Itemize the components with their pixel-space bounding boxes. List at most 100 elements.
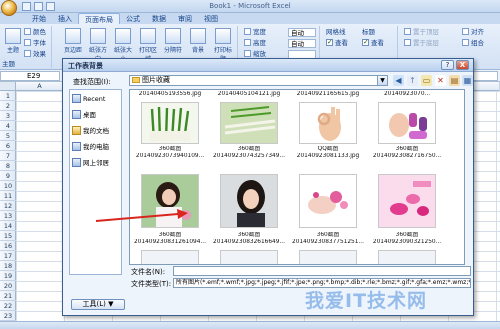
tab-view[interactable]: 视图 — [198, 13, 224, 24]
breaks-button[interactable]: 分隔符 — [162, 28, 184, 54]
tab-insert[interactable]: 插入 — [52, 13, 78, 24]
file-caption[interactable]: 20140921165615.jpg — [290, 91, 366, 98]
row-header[interactable]: 23 — [0, 311, 16, 321]
row-header[interactable]: 22 — [0, 301, 16, 311]
send-to-back-button[interactable]: 置于底层 — [404, 39, 439, 48]
gridlines-view-checkbox[interactable]: 查看 — [326, 38, 348, 48]
place-desktop[interactable]: 桌面 — [72, 108, 96, 122]
group-label: 组合 — [471, 39, 484, 47]
height-select[interactable]: 自动 — [288, 39, 316, 48]
up-folder-icon[interactable]: ↑ — [407, 75, 418, 86]
file-thumbnail[interactable] — [141, 102, 199, 144]
place-my-documents[interactable]: 我的文档 — [72, 124, 109, 138]
file-caption[interactable]: 20140923073940109... — [132, 153, 208, 160]
file-caption[interactable]: 201409230837751251... — [290, 239, 366, 246]
file-name-label[interactable]: 360截图 — [132, 146, 208, 153]
file-name-label[interactable]: 360截图 — [369, 146, 445, 153]
file-thumbnail[interactable] — [299, 250, 357, 264]
group-button[interactable]: 组合 — [462, 39, 484, 48]
file-name-label[interactable]: 360截图 — [290, 232, 366, 239]
file-thumbnail[interactable] — [220, 102, 278, 144]
name-box[interactable]: E29 — [0, 71, 60, 81]
close-button[interactable]: X — [456, 60, 469, 70]
office-button[interactable] — [1, 0, 17, 16]
row-header[interactable]: 19 — [0, 271, 16, 281]
row-header[interactable]: 13 — [0, 211, 16, 221]
row-header[interactable]: 2 — [0, 101, 16, 111]
margins-button[interactable]: 页边距 — [62, 28, 84, 54]
file-name-label[interactable]: QQ截图 — [290, 146, 366, 153]
select-all-corner[interactable] — [0, 82, 16, 91]
file-thumbnail[interactable] — [299, 102, 357, 144]
file-caption[interactable]: 20140923082716750... — [369, 153, 445, 160]
tab-page-layout[interactable]: 页面布局 — [78, 13, 120, 24]
width-select[interactable]: 自动 — [288, 28, 316, 37]
row-header[interactable]: 14 — [0, 221, 16, 231]
file-name-field-label: 文件名(N): — [131, 268, 166, 276]
file-thumbnail[interactable] — [141, 174, 199, 228]
delete-icon[interactable]: ✕ — [435, 75, 446, 86]
bring-to-front-button[interactable]: 置于顶层 — [404, 28, 439, 37]
place-my-computer[interactable]: 我的电脑 — [72, 140, 109, 154]
file-thumbnail[interactable] — [378, 102, 436, 144]
row-header[interactable]: 20 — [0, 281, 16, 291]
row-header[interactable]: 9 — [0, 171, 16, 181]
row-header[interactable]: 18 — [0, 261, 16, 271]
tools-button[interactable]: 工具(L) ▼ — [71, 299, 125, 310]
file-caption[interactable]: 20140923070... — [369, 91, 445, 98]
file-thumbnail[interactable] — [220, 250, 278, 264]
background-button[interactable]: 背景 — [187, 28, 209, 54]
file-caption[interactable]: 20140405104121.jpg — [211, 91, 287, 98]
align-button[interactable]: 对齐 — [462, 28, 484, 37]
row-header[interactable]: 3 — [0, 111, 16, 121]
row-header[interactable]: 21 — [0, 291, 16, 301]
file-thumbnail[interactable] — [141, 250, 199, 264]
file-name-label[interactable]: 360截图 — [132, 232, 208, 239]
back-icon[interactable]: ◀ — [393, 75, 404, 86]
file-name-input[interactable] — [173, 266, 471, 276]
row-header[interactable]: 5 — [0, 131, 16, 141]
file-thumbnail[interactable] — [378, 174, 436, 228]
place-recent[interactable]: Recent — [72, 92, 105, 106]
themes-button[interactable]: 主题 — [2, 28, 24, 54]
file-caption[interactable]: 20140923081133.jpg — [290, 153, 366, 160]
file-caption[interactable]: 201409230831261094... — [132, 239, 208, 246]
row-header[interactable]: 12 — [0, 201, 16, 211]
row-header[interactable]: 10 — [0, 181, 16, 191]
row-header[interactable]: 11 — [0, 191, 16, 201]
views-icon[interactable]: ▦ — [462, 75, 473, 86]
row-header[interactable]: 15 — [0, 231, 16, 241]
row-header[interactable]: 17 — [0, 251, 16, 261]
tab-formulas[interactable]: 公式 — [120, 13, 146, 24]
effects-button[interactable]: 效果 — [24, 50, 46, 59]
row-header[interactable]: 7 — [0, 151, 16, 161]
file-thumbnail[interactable] — [220, 174, 278, 228]
file-name-label[interactable]: 360截图 — [211, 146, 287, 153]
row-header[interactable]: 16 — [0, 241, 16, 251]
tab-review[interactable]: 审阅 — [172, 13, 198, 24]
tab-data[interactable]: 数据 — [146, 13, 172, 24]
fonts-button[interactable]: 字体 — [24, 39, 46, 48]
row-header[interactable]: 1 — [0, 91, 16, 101]
row-header[interactable]: 6 — [0, 141, 16, 151]
file-caption[interactable]: 20140405193556.jpg — [132, 91, 208, 98]
tab-home[interactable]: 开始 — [26, 13, 52, 24]
file-name-label[interactable]: 360截图 — [211, 232, 287, 239]
headings-view-checkbox[interactable]: 查看 — [362, 38, 384, 48]
new-folder-icon[interactable]: ▭ — [421, 75, 432, 86]
file-list[interactable]: 20140405193556.jpg 20140405104121.jpg 20… — [129, 89, 465, 265]
column-header[interactable]: A — [16, 82, 64, 91]
row-header[interactable]: 8 — [0, 161, 16, 171]
file-caption[interactable]: 20140923090321250... — [369, 239, 445, 246]
file-caption[interactable]: 201409230743257349... — [211, 153, 287, 160]
new-folder-alt-icon[interactable]: ▤ — [449, 75, 460, 86]
row-header[interactable]: 4 — [0, 121, 16, 131]
file-name-label[interactable]: 360截图 — [369, 232, 445, 239]
colors-button[interactable]: 颜色 — [24, 28, 46, 37]
file-thumbnail[interactable] — [299, 174, 357, 228]
file-caption[interactable]: 201409230832616649... — [211, 239, 287, 246]
place-network[interactable]: 网上邻居 — [72, 156, 109, 170]
help-button[interactable]: ? — [441, 60, 454, 70]
file-thumbnail[interactable] — [378, 250, 436, 264]
look-in-select[interactable]: 图片收藏 ▼ — [129, 75, 388, 86]
